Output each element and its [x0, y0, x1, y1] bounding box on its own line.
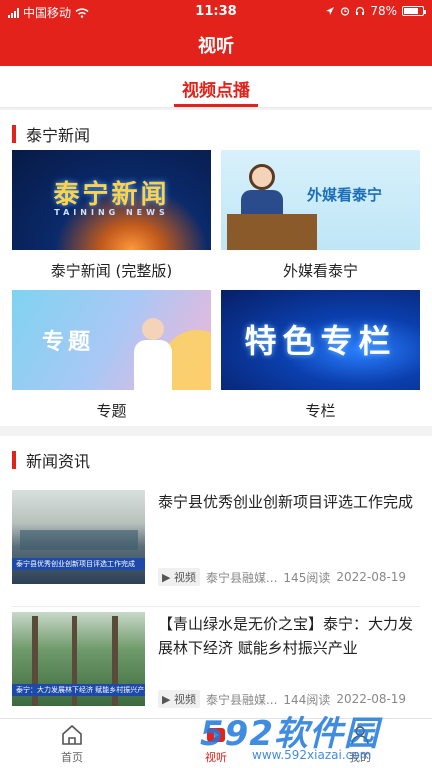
news-item[interactable]: 泰宁：大力发展林下经济 赋能乡村振兴产业 【青山绿水是无价之宝】泰宁：大力发展林…	[12, 612, 420, 716]
meeting-table	[20, 530, 138, 550]
status-bar: 中国移动 11:38 78%	[0, 0, 432, 24]
news-caption: 泰宁县优秀创业创新项目评选工作完成	[12, 558, 145, 570]
podium	[227, 214, 317, 250]
thumb-title: 特色专栏	[244, 322, 397, 360]
news-source: 泰宁县融媒...	[205, 570, 278, 585]
alarm-icon	[341, 7, 350, 16]
app-header: 中国移动 11:38 78% 视听	[0, 0, 432, 66]
top-tabs: 视频点播	[0, 66, 432, 108]
thumb-title: 专题	[42, 330, 95, 355]
battery-icon	[402, 6, 426, 16]
card-label: 泰宁新闻 (完整版)	[50, 262, 173, 280]
tab-active-indicator	[174, 104, 258, 107]
home-icon	[62, 724, 82, 745]
card-label: 专栏	[305, 402, 336, 420]
card-thumbnail: 外媒看泰宁	[221, 150, 420, 250]
watermark-url: www.592xiazai.com	[252, 748, 372, 762]
anchor-head	[249, 164, 275, 190]
section-title: 泰宁新闻	[26, 126, 91, 145]
divider	[12, 606, 420, 607]
card-thumbnail: 专题	[12, 290, 211, 390]
tab-video-on-demand[interactable]: 视频点播	[0, 76, 432, 101]
news-caption: 泰宁：大力发展林下经济 赋能乡村振兴产业	[12, 684, 145, 696]
section-marker	[12, 451, 16, 469]
reporter-body	[134, 340, 172, 390]
video-tag: ▶ 视频	[158, 690, 200, 708]
video-card-foreign-media[interactable]: 外媒看泰宁 外媒看泰宁	[221, 150, 420, 290]
section-marker	[12, 125, 16, 143]
news-reads: 145阅读	[283, 570, 331, 585]
battery-percent: 78%	[370, 4, 397, 18]
reporter-head	[142, 318, 164, 340]
anchor-body	[241, 190, 283, 216]
news-date: 2022-08-19	[336, 692, 407, 706]
news-date: 2022-08-19	[336, 570, 407, 584]
card-thumbnail: 泰宁新闻 TAINING NEWS	[12, 150, 211, 250]
card-label: 外媒看泰宁	[282, 262, 358, 280]
thumb-title: 外媒看泰宁	[307, 186, 383, 204]
news-title: 【青山绿水是无价之宝】泰宁：大力发展林下经济 赋能乡村振兴产业	[158, 615, 414, 657]
video-tag: ▶ 视频	[158, 568, 200, 586]
battery-fill	[404, 8, 418, 14]
news-thumbnail: 泰宁：大力发展林下经济 赋能乡村振兴产业	[12, 612, 145, 706]
thumb-subtitle: TAINING NEWS	[54, 208, 169, 217]
news-thumbnail: 泰宁县优秀创业创新项目评选工作完成	[12, 490, 145, 584]
news-section: 新闻资讯 泰宁县优秀创业创新项目评选工作完成 泰宁县优秀创业创新项目评选工作完成…	[0, 436, 432, 718]
tabbar-item-home[interactable]: 首页	[32, 723, 112, 765]
thumb-title: 泰宁新闻	[53, 180, 170, 210]
tabbar-label: 首页	[61, 751, 83, 764]
video-card-special-topic[interactable]: 专题 专题	[12, 290, 211, 426]
page-title: 视听	[198, 36, 234, 57]
news-meta: ▶ 视频 泰宁县融媒... 145阅读 2022-08-19	[158, 568, 420, 586]
headphones-icon	[356, 6, 365, 15]
location-icon	[326, 7, 335, 15]
video-card-taining-news[interactable]: 泰宁新闻 TAINING NEWS 泰宁新闻 (完整版)	[12, 150, 211, 290]
news-source: 泰宁县融媒...	[205, 692, 278, 707]
section-title: 新闻资讯	[26, 452, 91, 471]
video-card-column[interactable]: 特色专栏 专栏	[221, 290, 420, 426]
card-label: 专题	[96, 402, 127, 420]
news-title: 泰宁县优秀创业创新项目评选工作完成	[158, 493, 414, 511]
news-item[interactable]: 泰宁县优秀创业创新项目评选工作完成 泰宁县优秀创业创新项目评选工作完成 ▶ 视频…	[12, 490, 420, 594]
video-section: 泰宁新闻 泰宁新闻 TAINING NEWS 泰宁新闻 (完整版) 外媒看泰宁 …	[0, 110, 432, 426]
watermark: 592软件园 www.592xiazai.com	[200, 706, 426, 764]
news-reads: 144阅读	[283, 692, 331, 707]
card-thumbnail: 特色专栏	[221, 290, 420, 390]
